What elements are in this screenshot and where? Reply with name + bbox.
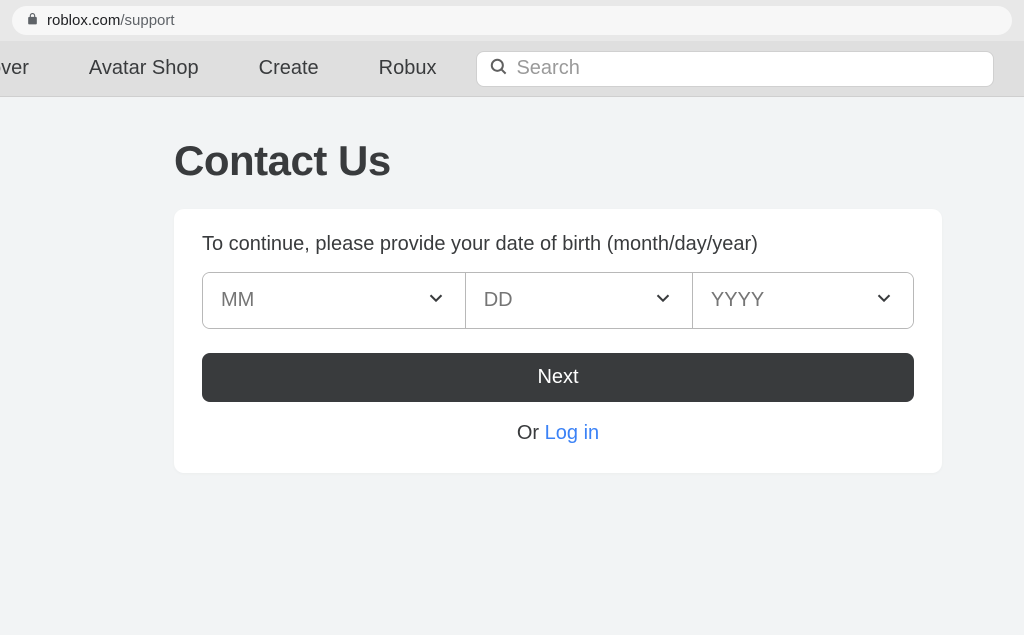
chevron-down-icon xyxy=(652,287,674,314)
url-text: roblox.com/support xyxy=(47,12,175,29)
nav-header: cover Avatar Shop Create Robux xyxy=(0,41,1024,97)
url-domain: roblox.com xyxy=(47,12,120,29)
main-content: Contact Us To continue, please provide y… xyxy=(0,97,1024,473)
url-path: /support xyxy=(120,12,174,29)
dob-day-label: DD xyxy=(484,289,513,312)
search-icon xyxy=(489,57,508,81)
next-button[interactable]: Next xyxy=(202,353,914,402)
lock-icon xyxy=(26,12,39,29)
login-link[interactable]: Log in xyxy=(545,422,600,444)
or-login-row: Or Log in xyxy=(202,422,914,445)
browser-url-bar: roblox.com/support xyxy=(0,0,1024,41)
dob-day-select[interactable]: DD xyxy=(466,273,693,328)
dob-year-label: YYYY xyxy=(711,289,764,312)
page-title: Contact Us xyxy=(174,137,942,185)
search-input[interactable] xyxy=(516,57,981,80)
search-box[interactable] xyxy=(476,51,994,87)
nav-link-create[interactable]: Create xyxy=(229,49,349,88)
nav-link-discover[interactable]: cover xyxy=(0,49,59,88)
search-wrap xyxy=(466,51,1024,87)
dob-month-label: MM xyxy=(221,289,254,312)
dob-card: To continue, please provide your date of… xyxy=(174,209,942,473)
dob-row: MM DD YYYY xyxy=(202,272,914,329)
content-column: Contact Us To continue, please provide y… xyxy=(174,137,942,473)
dob-prompt: To continue, please provide your date of… xyxy=(202,233,914,256)
dob-month-select[interactable]: MM xyxy=(203,273,466,328)
dob-year-select[interactable]: YYYY xyxy=(693,273,913,328)
or-label: Or xyxy=(517,422,545,444)
chevron-down-icon xyxy=(425,287,447,314)
url-bar-inner[interactable]: roblox.com/support xyxy=(12,6,1012,35)
nav-link-avatar-shop[interactable]: Avatar Shop xyxy=(59,49,229,88)
chevron-down-icon xyxy=(873,287,895,314)
nav-link-robux[interactable]: Robux xyxy=(349,49,467,88)
